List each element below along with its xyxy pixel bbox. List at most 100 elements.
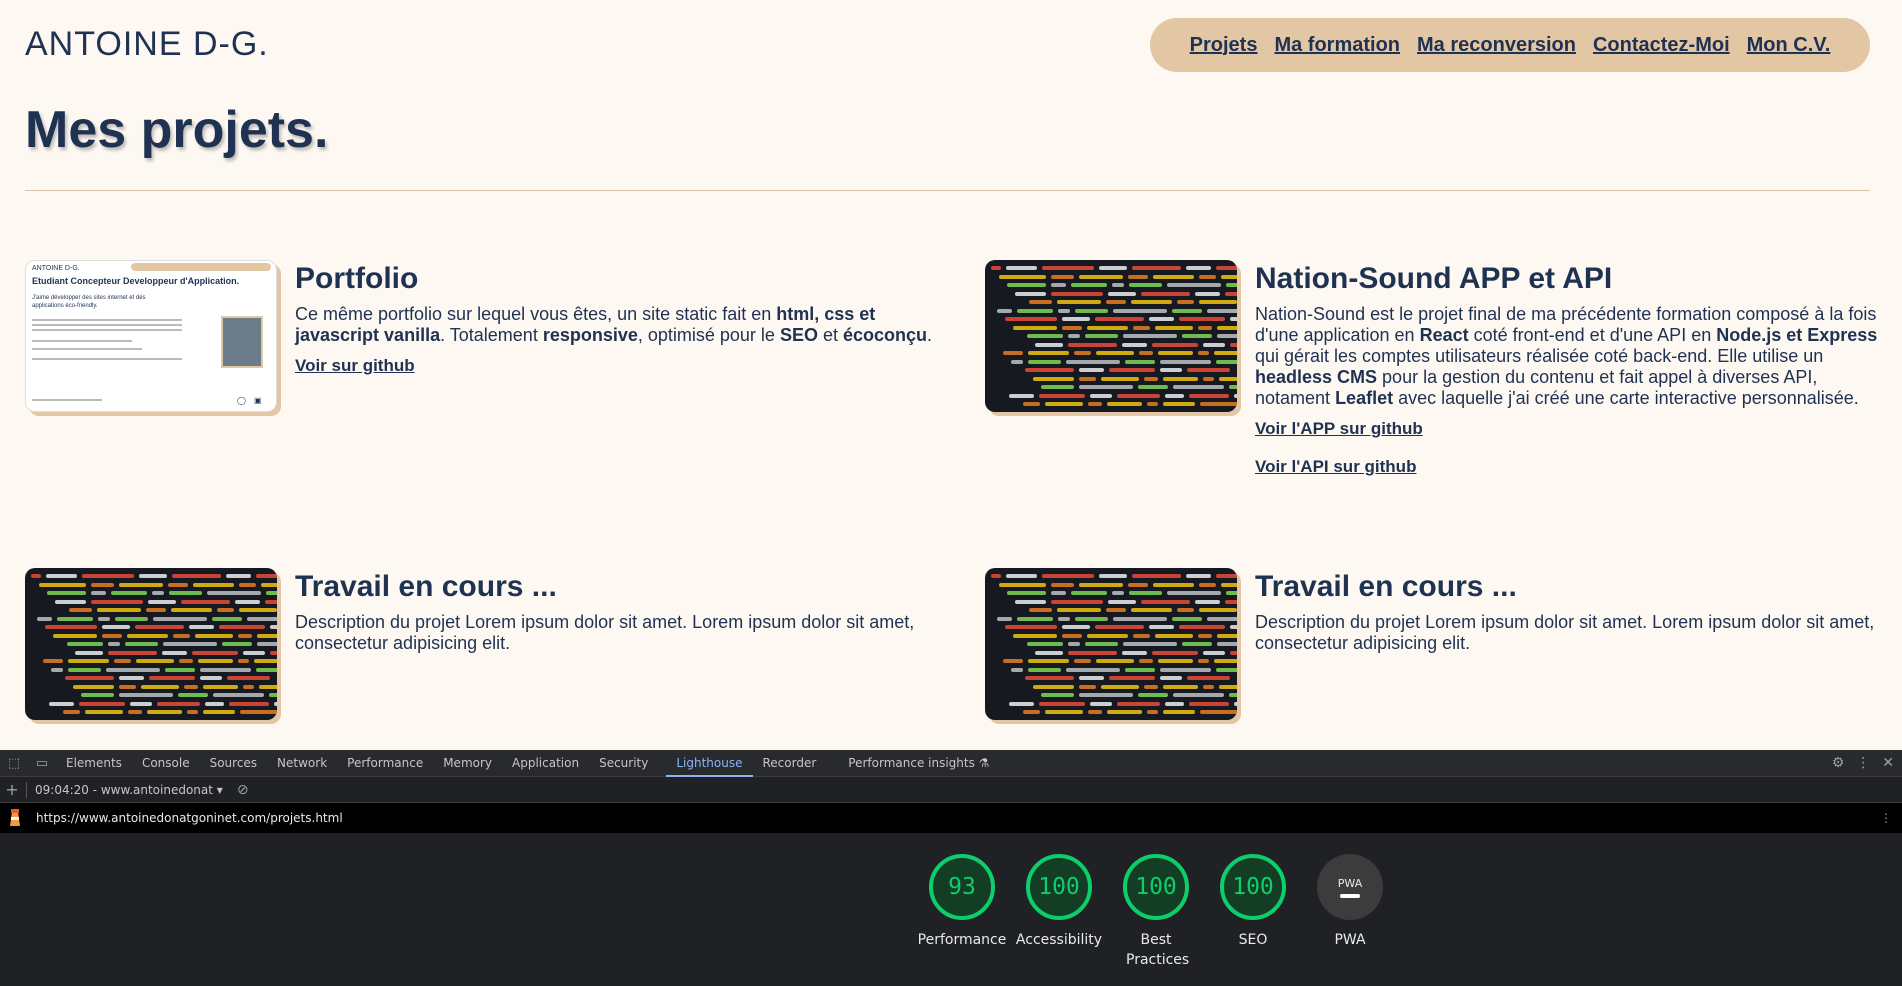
tab-elements[interactable]: Elements [56, 750, 132, 777]
code-line [219, 625, 265, 629]
code-line [1230, 317, 1237, 321]
code-line [999, 274, 1046, 279]
code-line [1172, 616, 1202, 621]
nav-link-formation[interactable]: Ma formation [1274, 34, 1400, 57]
code-line [1187, 676, 1230, 680]
code-line [1198, 325, 1212, 330]
site-brand[interactable]: ANTOINE D-G. [25, 25, 269, 64]
report-menu-icon[interactable]: ⋮ [1880, 811, 1892, 825]
code-line [1033, 376, 1074, 381]
score-best-practices[interactable]: 100 Best Practices [1119, 854, 1194, 970]
more-options-icon[interactable]: ⋮ [1856, 755, 1870, 771]
code-line [1132, 266, 1181, 270]
code-line [1106, 300, 1126, 304]
app-github-link[interactable]: Voir l'APP sur github [1255, 419, 1880, 439]
nav-link-projets[interactable]: Projets [1190, 34, 1258, 57]
code-line [1198, 351, 1209, 355]
code-line [1074, 351, 1091, 355]
code-line [261, 582, 277, 587]
code-line [1079, 368, 1104, 372]
github-link[interactable]: Voir sur github [295, 356, 935, 376]
code-line [31, 574, 41, 578]
score-accessibility[interactable]: 100 Accessibility [1016, 854, 1102, 970]
code-line [125, 642, 158, 646]
code-line [184, 684, 198, 689]
code-line [1023, 710, 1040, 714]
code-line [130, 701, 152, 706]
settings-gear-icon[interactable]: ⚙ [1832, 755, 1845, 771]
code-line [217, 608, 234, 612]
portfolio-screenshot-thumbnail: ANTOINE D-G. Etudiant Concepteur Develop… [25, 260, 277, 412]
code-line [200, 676, 222, 680]
tab-sources[interactable]: Sources [200, 750, 267, 777]
clear-reports-icon[interactable]: ⊘ [237, 782, 249, 798]
code-line [1123, 642, 1177, 646]
code-line [238, 659, 249, 663]
code-line [259, 684, 277, 689]
code-line [169, 591, 202, 595]
nav-link-cv[interactable]: Mon C.V. [1747, 34, 1831, 57]
code-line [1062, 625, 1090, 629]
code-line [1131, 608, 1172, 612]
code-line [1013, 325, 1057, 330]
nav-link-contact[interactable]: Contactez-Moi [1593, 34, 1730, 57]
code-line [1207, 308, 1237, 313]
tab-performance-insights[interactable]: Performance insights ⚗ [838, 750, 999, 777]
code-line [153, 616, 207, 621]
code-line [1221, 274, 1237, 279]
code-line [1117, 701, 1160, 706]
tab-security[interactable]: Security [589, 750, 658, 777]
code-line [1058, 616, 1070, 621]
code-line [1079, 274, 1123, 279]
code-line [1079, 684, 1096, 689]
code-line [1015, 291, 1046, 296]
tab-console[interactable]: Console [132, 750, 200, 777]
code-line [1163, 402, 1195, 406]
project-description: Description du projet Lorem ipsum dolor … [295, 612, 935, 654]
score-seo[interactable]: 100 SEO [1216, 854, 1291, 970]
code-line [51, 667, 63, 672]
code-line [1058, 308, 1070, 313]
tab-application[interactable]: Application [502, 750, 589, 777]
tab-memory[interactable]: Memory [433, 750, 502, 777]
project-description: Description du projet Lorem ipsum dolor … [1255, 612, 1880, 654]
code-line [1028, 351, 1069, 355]
code-line [1025, 368, 1074, 372]
tab-network[interactable]: Network [267, 750, 337, 777]
inspect-element-icon[interactable]: ⬚ [0, 756, 28, 771]
tab-recorder[interactable]: Recorder [753, 750, 827, 777]
report-url[interactable]: https://www.antoinedonatgoninet.com/proj… [36, 811, 343, 825]
code-line [46, 574, 77, 578]
code-line [1182, 642, 1212, 646]
code-line [1216, 574, 1237, 578]
tab-lighthouse[interactable]: Lighthouse [666, 750, 753, 777]
code-line [1217, 642, 1237, 646]
code-line [1133, 633, 1150, 638]
tab-performance[interactable]: Performance [337, 750, 433, 777]
score-performance[interactable]: 93 Performance [918, 854, 1006, 970]
text-fragment: avec laquelle j'ai créé une carte intera… [1393, 388, 1859, 408]
code-line [1041, 693, 1074, 697]
report-selector[interactable]: 09:04:20 - www.antoinedonat ▾ [35, 783, 223, 797]
device-toolbar-icon[interactable]: ▭ [28, 756, 56, 771]
code-line [57, 616, 93, 621]
code-line [1216, 667, 1237, 672]
code-line [81, 693, 114, 697]
code-line [63, 710, 80, 714]
code-line [1139, 659, 1153, 663]
code-line [1155, 633, 1193, 638]
api-github-link[interactable]: Voir l'API sur github [1255, 457, 1880, 477]
code-line [1132, 574, 1181, 578]
close-icon[interactable]: ✕ [1882, 755, 1894, 771]
code-line [149, 676, 195, 680]
code-line [1186, 574, 1211, 578]
code-line [1003, 351, 1023, 355]
new-report-plus-icon[interactable]: + [0, 780, 24, 799]
github-icon: ◯ [237, 396, 246, 405]
code-line [1042, 266, 1094, 270]
code-line [1195, 291, 1220, 296]
nav-link-reconversion[interactable]: Ma reconversion [1417, 34, 1576, 57]
score-pwa[interactable]: PWA PWA [1313, 854, 1388, 970]
code-line [1199, 608, 1237, 612]
code-line [1158, 351, 1193, 355]
